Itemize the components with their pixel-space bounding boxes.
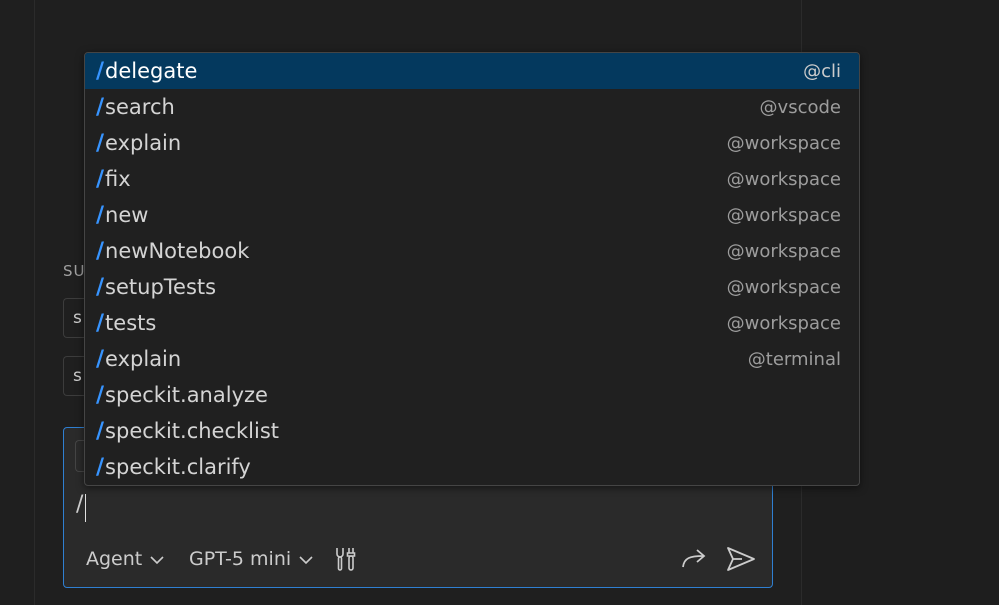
suggestion-item[interactable]: / explain @terminal — [85, 341, 859, 377]
command-name: explain — [105, 131, 182, 155]
command-name: delegate — [105, 59, 198, 83]
chevron-down-icon — [150, 548, 164, 570]
slash-prefix: / — [96, 166, 105, 192]
slash-prefix: / — [96, 418, 105, 444]
chevron-down-icon — [299, 548, 313, 570]
suggestion-chip-text: s — [73, 366, 82, 386]
slash-prefix: / — [96, 274, 105, 300]
command-name: fix — [105, 167, 131, 191]
section-label: SU — [63, 262, 86, 280]
chat-toolbar: Agent GPT-5 mini — [64, 542, 772, 576]
command-name: setupTests — [105, 275, 217, 299]
agent-name: @workspace — [726, 312, 841, 334]
command-name: speckit.checklist — [105, 419, 280, 443]
app-window: SU s s / Agent GPT-5 mini / delegate @cl… — [0, 0, 999, 605]
command-name: tests — [105, 311, 157, 335]
agent-name: @workspace — [726, 168, 841, 190]
agent-name: @workspace — [726, 240, 841, 262]
mode-picker[interactable]: Agent — [86, 542, 164, 576]
suggestion-item[interactable]: / speckit.clarify — [85, 449, 859, 485]
suggestion-item[interactable]: / search @vscode — [85, 89, 859, 125]
suggestion-item[interactable]: / newNotebook @workspace — [85, 233, 859, 269]
text-caret — [85, 494, 86, 522]
suggestion-item[interactable]: / setupTests @workspace — [85, 269, 859, 305]
agent-name: @vscode — [759, 96, 841, 118]
suggestion-chip-text: s — [73, 308, 82, 328]
agent-name: @workspace — [726, 276, 841, 298]
agent-name: @workspace — [726, 204, 841, 226]
agent-name: @workspace — [726, 132, 841, 154]
slash-prefix: / — [96, 346, 105, 372]
suggestion-item[interactable]: / new @workspace — [85, 197, 859, 233]
suggestion-item[interactable]: / explain @workspace — [85, 125, 859, 161]
command-name: search — [105, 95, 175, 119]
suggestion-item[interactable]: / speckit.analyze — [85, 377, 859, 413]
command-name: explain — [105, 347, 182, 371]
slash-prefix: / — [96, 94, 105, 120]
agent-name: @cli — [803, 60, 841, 82]
tools-icon[interactable] — [330, 544, 360, 574]
slash-prefix: / — [96, 382, 105, 408]
slash-prefix: / — [96, 130, 105, 156]
slash-command-suggestions: / delegate @cli / search @vscode / expla… — [84, 52, 860, 486]
share-arrow-icon[interactable] — [678, 544, 710, 574]
slash-prefix: / — [96, 202, 105, 228]
suggestion-item[interactable]: / tests @workspace — [85, 305, 859, 341]
suggestion-item[interactable]: / speckit.checklist — [85, 413, 859, 449]
activity-gutter — [0, 0, 35, 605]
chat-input[interactable]: / — [76, 492, 83, 517]
slash-prefix: / — [96, 58, 105, 84]
slash-prefix: / — [96, 454, 105, 480]
command-name: newNotebook — [105, 239, 250, 263]
command-name: speckit.clarify — [105, 455, 251, 479]
model-picker[interactable]: GPT-5 mini — [189, 542, 313, 576]
command-name: speckit.analyze — [105, 383, 268, 407]
slash-prefix: / — [96, 238, 105, 264]
command-name: new — [105, 203, 149, 227]
send-icon[interactable] — [724, 544, 758, 574]
model-label: GPT-5 mini — [189, 548, 292, 570]
slash-prefix: / — [96, 310, 105, 336]
suggestion-item[interactable]: / delegate @cli — [85, 53, 859, 89]
agent-name: @terminal — [747, 348, 841, 370]
suggestion-item[interactable]: / fix @workspace — [85, 161, 859, 197]
mode-label: Agent — [86, 548, 143, 570]
